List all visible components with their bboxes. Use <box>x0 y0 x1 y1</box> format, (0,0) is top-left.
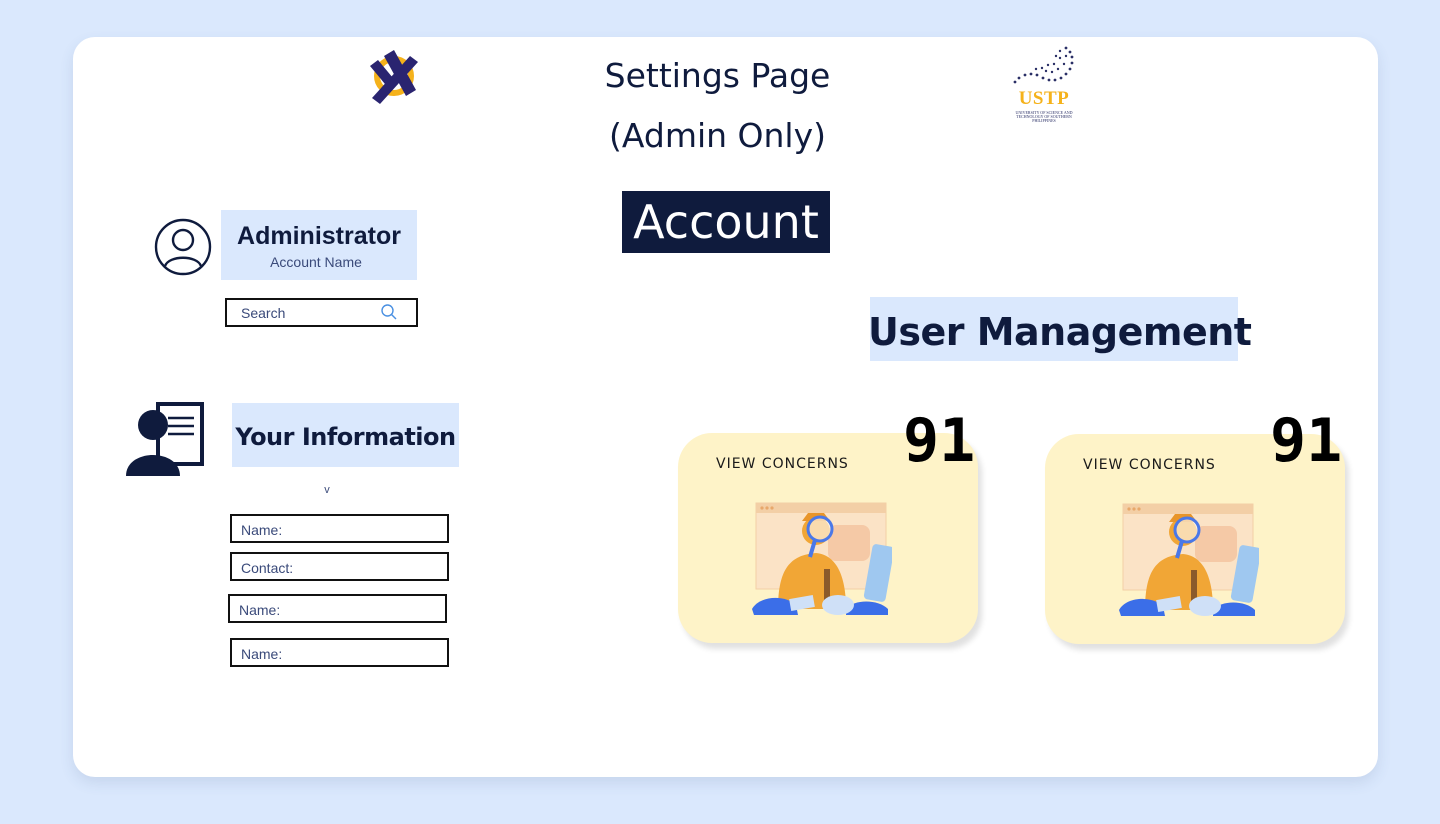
user-circle-icon <box>153 217 213 277</box>
page-subtitle: (Admin Only) <box>609 116 826 155</box>
contact-field[interactable]: Contact: <box>230 552 449 581</box>
search-placeholder: Search <box>241 305 286 321</box>
ustp-logo: USTP UNIVERSITY OF SCIENCE AND TECHNOLOG… <box>1008 44 1080 126</box>
chevron-down-icon[interactable]: v <box>320 484 334 496</box>
investigation-illustration-icon <box>752 502 892 615</box>
concerns-count: 91 <box>1270 406 1343 476</box>
app-logo-icon <box>366 46 422 104</box>
search-input[interactable]: Search <box>225 298 418 327</box>
view-concerns-label: VIEW CONCERNS <box>1083 457 1216 473</box>
user-management-title: User Management <box>868 310 1252 354</box>
your-information-header: Your Information <box>232 403 459 467</box>
admin-role: Administrator <box>237 222 401 250</box>
profile-card-icon <box>124 402 204 476</box>
field-label: Contact: <box>241 560 294 576</box>
investigation-illustration-icon <box>1119 503 1259 616</box>
field-label: Name: <box>241 646 283 662</box>
view-concerns-label: VIEW CONCERNS <box>716 456 849 472</box>
name-field[interactable]: Name: <box>230 514 449 543</box>
ustp-logo-text: USTP <box>1018 88 1070 109</box>
your-information-title: Your Information <box>235 423 456 451</box>
concerns-count: 91 <box>903 406 976 476</box>
page-title: Settings Page <box>604 56 831 95</box>
name-field[interactable]: Name: <box>228 594 447 623</box>
name-field[interactable]: Name: <box>230 638 449 667</box>
account-heading: Account <box>622 191 830 253</box>
field-label: Name: <box>239 602 281 618</box>
search-icon[interactable] <box>380 303 398 321</box>
user-management-header: User Management <box>868 297 1252 361</box>
field-label: Name: <box>241 522 283 538</box>
ustp-logo-subtext: UNIVERSITY OF SCIENCE AND TECHNOLOGY OF … <box>1015 110 1073 123</box>
account-name: Account Name <box>270 254 362 270</box>
admin-info-box: Administrator Account Name <box>221 210 417 280</box>
